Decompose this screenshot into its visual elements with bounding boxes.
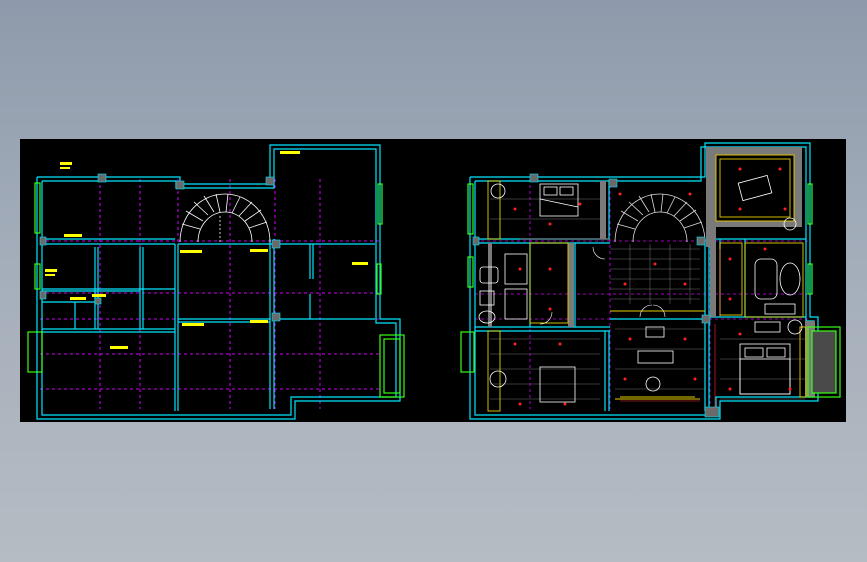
left-windows — [27, 182, 405, 398]
left-spiral-stair — [179, 193, 271, 243]
right-floor-plan — [460, 142, 841, 420]
right-floor-hatch — [490, 198, 805, 400]
right-spiral-stair — [614, 193, 706, 243]
right-grid-lines — [475, 179, 810, 409]
right-furniture — [478, 174, 803, 403]
floor-plan-drawing — [27, 142, 841, 420]
right-columns — [472, 173, 720, 418]
right-light-fixtures — [513, 167, 792, 406]
right-hatched-walls — [488, 147, 815, 397]
left-walls — [36, 144, 401, 420]
right-walls — [469, 142, 819, 420]
left-floor-plan — [27, 144, 405, 420]
right-balcony — [807, 326, 841, 398]
right-door-swings — [539, 246, 666, 325]
right-cabinetry — [487, 154, 807, 412]
left-grid-lines — [40, 179, 380, 409]
cad-viewport[interactable] — [20, 139, 846, 422]
